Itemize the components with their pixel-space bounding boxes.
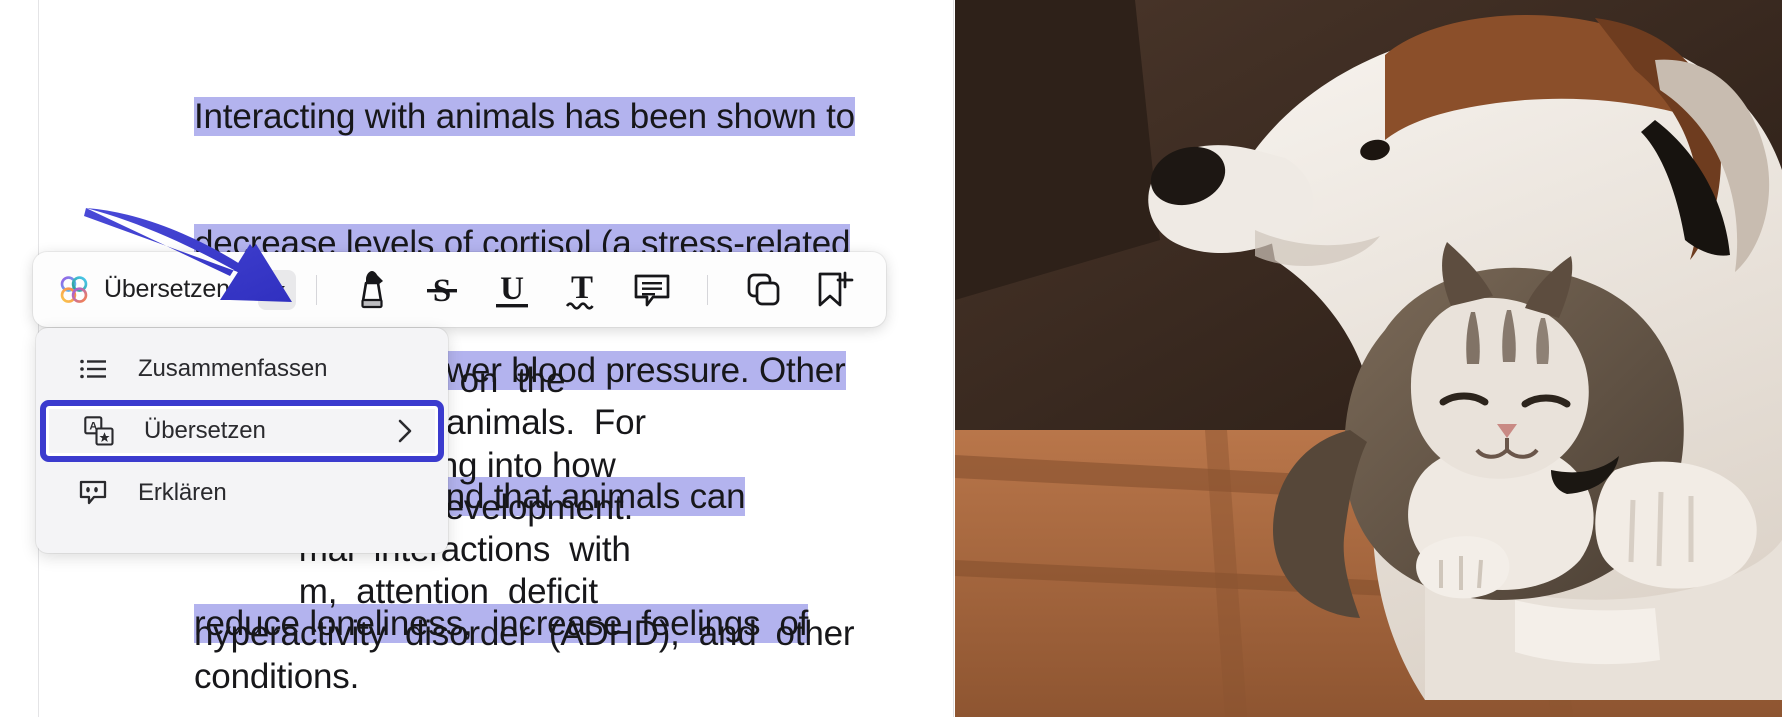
doc-line: conditions.: [194, 656, 360, 696]
article-photo: [955, 0, 1782, 717]
copy-button[interactable]: [736, 263, 790, 317]
toolbar-icon-group: S U T: [337, 263, 868, 317]
translate-brand-button[interactable]: Übersetzen: [51, 269, 236, 311]
underline-icon: U: [496, 271, 528, 307]
strikethrough-icon: S: [427, 273, 457, 309]
translate-icon: A: [84, 416, 114, 446]
menu-item-erklaeren[interactable]: Erklären: [36, 462, 448, 524]
doc-line: Interacting with animals has been shown …: [194, 96, 914, 138]
page-gutter-left: [0, 0, 38, 717]
svg-text:U: U: [500, 271, 524, 307]
selection-toolbar: Übersetzen S U T: [33, 252, 886, 327]
doc-line: hyperactivity disorder (ADHD), and other: [194, 614, 855, 654]
chevron-right-icon: [394, 416, 416, 446]
chevron-down-icon: [268, 285, 285, 294]
toolbar-divider: [707, 274, 708, 305]
underline-button[interactable]: U: [485, 263, 539, 317]
comment-icon: [634, 274, 670, 306]
menu-item-uebersetzen[interactable]: A Übersetzen: [40, 400, 444, 462]
menu-item-label: Zusammenfassen: [138, 355, 328, 382]
toolbar-dropdown-caret-button[interactable]: [257, 269, 297, 310]
four-petal-flower-logo: [60, 275, 88, 303]
doc-line: m, attention deficit: [194, 572, 598, 612]
menu-item-label: Erklären: [138, 479, 227, 506]
menu-item-zusammenfassen[interactable]: Zusammenfassen: [36, 338, 448, 400]
toolbar-divider: [316, 274, 317, 305]
copy-icon: [747, 273, 780, 305]
translate-dropdown-menu: Zusammenfassen A Übersetzen Erklären: [36, 328, 448, 553]
squiggly-underline-icon: T: [565, 270, 594, 310]
comment-button[interactable]: [625, 263, 679, 317]
menu-item-label: Übersetzen: [144, 417, 266, 444]
highlighter-button[interactable]: [345, 263, 399, 317]
photo-illustration: [955, 0, 1782, 717]
strikethrough-button[interactable]: S: [415, 263, 469, 317]
list-icon: [78, 354, 108, 384]
highlight-span: Interacting with animals has been shown …: [194, 97, 855, 137]
squiggly-underline-button[interactable]: T: [555, 263, 609, 317]
bookmark-plus-icon: [818, 271, 854, 306]
explain-bubble-icon: [78, 478, 108, 508]
bookmark-add-button[interactable]: [806, 263, 860, 317]
screen-root: Interacting with animals has been shown …: [0, 0, 1782, 717]
svg-text:T: T: [571, 270, 593, 306]
translate-brand-label: Übersetzen: [104, 275, 230, 303]
highlighter-icon: [361, 270, 383, 308]
